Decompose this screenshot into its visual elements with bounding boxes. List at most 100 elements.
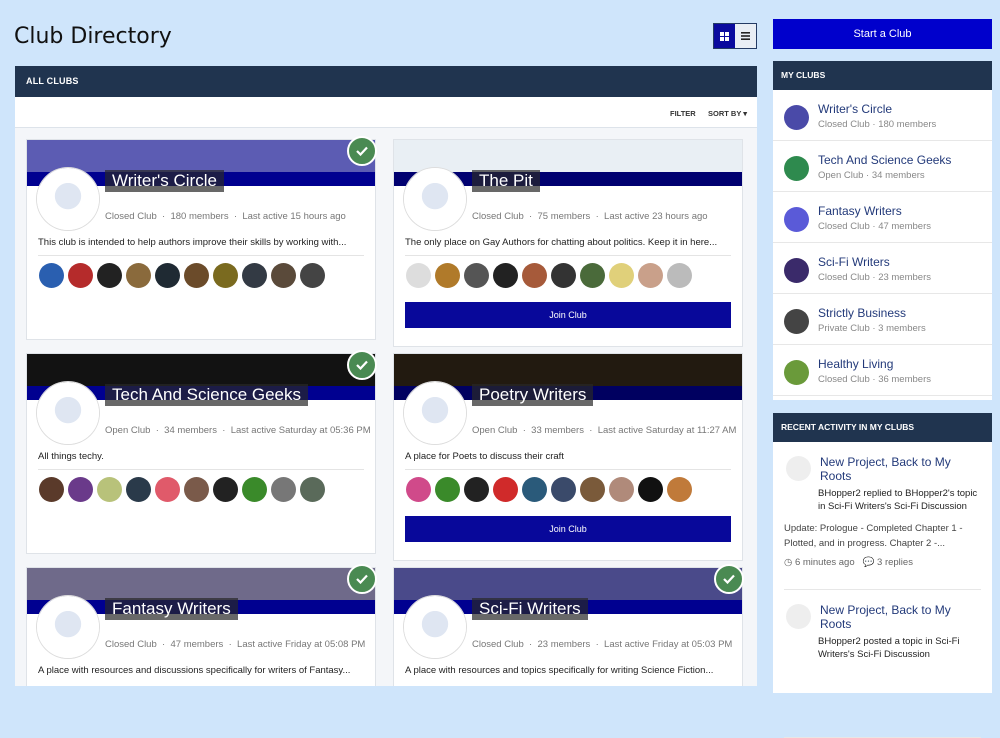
member-avatar[interactable] [155,477,180,502]
my-club-item[interactable]: Tech And Science Geeks Open Club · 34 mem… [773,141,992,192]
member-avatar[interactable] [580,263,605,288]
comment-icon: 💬 [862,557,875,568]
start-club-button[interactable]: Start a Club [773,19,992,49]
club-name[interactable]: Writer's Circle [105,170,224,192]
member-avatar[interactable] [493,477,518,502]
member-avatar[interactable] [126,263,151,288]
member-avatar[interactable] [68,477,93,502]
join-club-button[interactable]: Join Club [405,516,731,542]
list-view-button[interactable] [735,24,756,48]
club-name[interactable]: Sci-Fi Writers [472,598,588,620]
member-avatar[interactable] [39,477,64,502]
activity-summary: BHopper2 posted a topic in Sci-Fi Writer… [818,636,960,660]
club-card[interactable]: The Pit Closed Club · 75 members · Last a… [393,139,743,347]
join-club-button[interactable]: Join Club [405,302,731,328]
member-avatar[interactable] [155,263,180,288]
divider [38,255,364,256]
member-avatar[interactable] [435,477,460,502]
club-avatar[interactable] [37,382,99,444]
activity-title[interactable]: New Project, Back to My Roots [820,455,980,483]
club-icon [784,156,809,181]
member-avatar[interactable] [580,477,605,502]
club-card[interactable]: Poetry Writers Open Club · 33 members · L… [393,353,743,561]
member-avatar[interactable] [464,263,489,288]
member-avatar[interactable] [300,477,325,502]
member-avatar[interactable] [493,263,518,288]
club-description: A place for Poets to discuss their craft [405,451,564,462]
member-avatar[interactable] [667,477,692,502]
club-avatar[interactable] [404,596,466,658]
club-name[interactable]: The Pit [472,170,540,192]
member-avatars [39,477,325,502]
member-avatar[interactable] [242,477,267,502]
my-club-name[interactable]: Sci-Fi Writers [818,255,890,269]
member-avatar[interactable] [406,477,431,502]
member-avatar[interactable] [68,263,93,288]
sort-by-button[interactable]: SORT BY ▾ [708,109,747,118]
club-name[interactable]: Fantasy Writers [105,598,238,620]
member-avatar[interactable] [551,263,576,288]
filter-button[interactable]: FILTER [670,109,696,118]
member-avatar[interactable] [609,263,634,288]
member-avatars [39,263,325,288]
member-avatar[interactable] [126,477,151,502]
club-avatar[interactable] [404,168,466,230]
member-avatars [406,477,692,502]
club-card[interactable]: Writer's Circle Closed Club · 180 members… [26,136,377,340]
club-avatar[interactable] [404,382,466,444]
member-avatar[interactable] [522,263,547,288]
my-club-name[interactable]: Strictly Business [818,306,906,320]
member-avatar[interactable] [551,477,576,502]
filter-bar: FILTER SORT BY ▾ [15,97,757,128]
joined-check-icon [347,350,377,380]
member-avatar[interactable] [271,263,296,288]
my-clubs-widget: MY CLUBS Writer's Circle Closed Club · 18… [773,61,992,400]
member-avatar[interactable] [435,263,460,288]
my-club-item[interactable]: Sci-Fi Writers Closed Club · 23 members [773,243,992,294]
member-avatar[interactable] [242,263,267,288]
my-clubs-list: Writer's Circle Closed Club · 180 members… [773,90,992,396]
member-avatars [406,263,692,288]
joined-check-icon [714,564,744,594]
member-avatar[interactable] [464,477,489,502]
member-avatar[interactable] [213,477,238,502]
my-club-item[interactable]: Healthy Living Closed Club · 36 members [773,345,992,396]
activity-footer: ◷ 6 minutes ago 💬 3 replies [784,557,913,568]
club-icon [784,207,809,232]
user-avatar[interactable] [786,456,811,481]
my-club-name[interactable]: Fantasy Writers [818,204,902,218]
my-club-name[interactable]: Healthy Living [818,357,893,371]
member-avatar[interactable] [213,263,238,288]
club-name[interactable]: Poetry Writers [472,384,594,406]
club-avatar[interactable] [37,168,99,230]
member-avatar[interactable] [184,263,209,288]
member-avatar[interactable] [609,477,634,502]
my-club-item[interactable]: Fantasy Writers Closed Club · 47 members [773,192,992,243]
member-avatar[interactable] [406,263,431,288]
club-avatar[interactable] [37,596,99,658]
member-avatar[interactable] [300,263,325,288]
activity-title[interactable]: New Project, Back to My Roots [820,603,980,631]
my-club-meta: Private Club · 3 members [818,323,926,334]
member-avatar[interactable] [39,263,64,288]
grid-view-button[interactable] [714,24,735,48]
club-card[interactable]: Tech And Science Geeks Open Club · 34 mem… [26,350,377,554]
my-club-item[interactable]: Writer's Circle Closed Club · 180 members [773,90,992,141]
member-avatar[interactable] [638,263,663,288]
my-club-name[interactable]: Writer's Circle [818,102,892,116]
member-avatar[interactable] [97,263,122,288]
member-avatar[interactable] [638,477,663,502]
member-avatar[interactable] [184,477,209,502]
member-avatar[interactable] [97,477,122,502]
member-avatar[interactable] [667,263,692,288]
member-avatar[interactable] [522,477,547,502]
club-card[interactable]: Fantasy Writers Closed Club · 47 members … [26,564,377,686]
member-avatar[interactable] [271,477,296,502]
club-card[interactable]: Sci-Fi Writers Closed Club · 23 members ·… [393,564,744,686]
club-meta: Closed Club · 47 members · Last active F… [105,639,366,650]
my-club-item[interactable]: Strictly Business Private Club · 3 member… [773,294,992,345]
joined-check-icon [347,136,377,166]
user-avatar[interactable] [786,604,811,629]
my-club-name[interactable]: Tech And Science Geeks [818,153,951,167]
club-name[interactable]: Tech And Science Geeks [105,384,309,406]
